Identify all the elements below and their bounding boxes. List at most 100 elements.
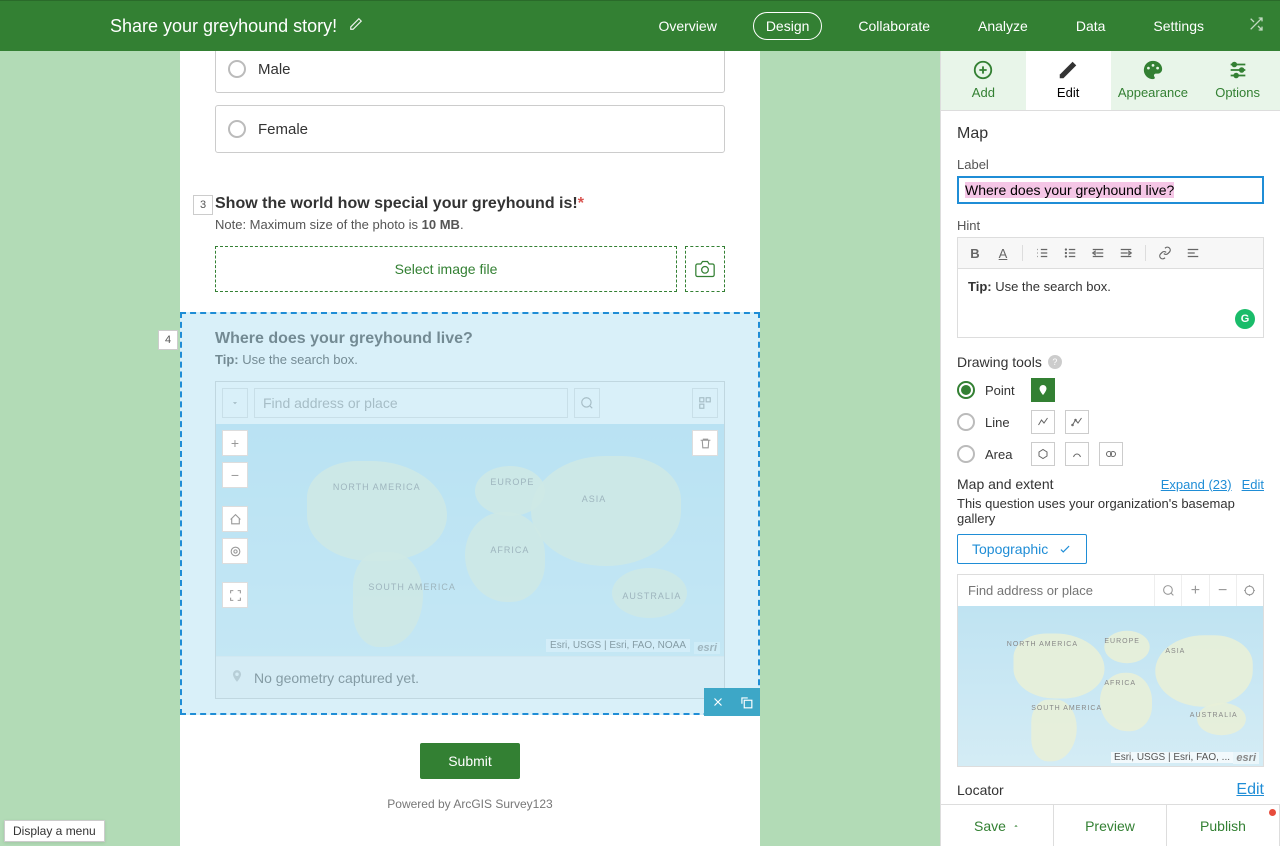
area-tool-free[interactable] [1065,442,1089,466]
submit-row: Submit [180,715,760,797]
home-button[interactable] [222,506,248,532]
list-ordered-button[interactable] [1031,242,1053,264]
pin-icon [230,669,244,686]
nav-collaborate[interactable]: Collaborate [846,13,942,39]
copy-icon [739,695,753,709]
question-3[interactable]: 3 Show the world how special your greyho… [215,195,725,292]
label-input-value: Where does your greyhound live? [965,182,1174,198]
radio-label-male: Male [258,61,291,78]
polygon-icon [1037,448,1049,460]
extent-zoom-out[interactable]: − [1209,575,1236,606]
publish-button[interactable]: Publish [1167,805,1280,846]
tab-edit[interactable]: Edit [1026,51,1111,110]
zoom-out-button[interactable]: − [222,462,248,488]
indent-right-button[interactable] [1115,242,1137,264]
line-tool-sketch[interactable] [1031,410,1055,434]
map-grid-button[interactable] [692,388,718,418]
map-attribution: Esri, USGS | Esri, FAO, NOAA [546,639,690,652]
q3-title: Show the world how special your greyhoun… [215,195,725,213]
line-tool-vertex[interactable] [1065,410,1089,434]
nav-design[interactable]: Design [753,12,823,40]
nav-settings[interactable]: Settings [1141,13,1216,39]
map-extent-row: Map and extent Expand (23) Edit [957,476,1264,492]
info-icon[interactable]: ? [1048,355,1062,369]
edit-extent-link[interactable]: Edit [1242,477,1264,492]
list-ul-icon [1063,246,1077,260]
edit-title-icon[interactable] [349,17,363,36]
extent-zoom-in[interactable]: + [1181,575,1208,606]
camera-icon [695,259,715,279]
link-icon [1158,246,1172,260]
map-collapse-button[interactable] [222,388,248,418]
radio-line[interactable] [957,413,975,431]
map-search-button[interactable] [574,388,600,418]
grammarly-icon[interactable]: G [1235,309,1255,329]
hint-textarea[interactable]: Tip: Use the search box. G [957,268,1264,338]
esri-logo: esri [1233,752,1259,764]
submit-button[interactable]: Submit [420,743,520,779]
basemap-selector[interactable]: Topographic [957,534,1087,564]
extent-search-input[interactable] [958,575,1154,606]
q4-tip: Tip: Use the search box. [215,352,725,367]
question-number-4: 4 [158,330,178,350]
plus-circle-icon [972,59,994,81]
extent-search-button[interactable] [1154,575,1181,606]
select-image-button[interactable]: Select image file [215,246,677,292]
nav-overview[interactable]: Overview [646,13,728,39]
delete-geometry-button[interactable] [692,430,718,456]
pencil-icon [1057,59,1079,81]
extent-locate[interactable] [1236,575,1263,606]
zoom-in-button[interactable]: + [222,430,248,456]
esri-logo: esri [694,642,720,654]
continent-label: EUROPE [490,477,534,487]
nav-analyze[interactable]: Analyze [966,13,1040,39]
radio-label-female: Female [258,121,308,138]
shuffle-icon[interactable] [1248,16,1264,37]
tab-appearance[interactable]: Appearance [1111,51,1196,110]
save-button[interactable]: Save [941,805,1054,846]
radio-option-female[interactable]: Female [215,105,725,153]
drawing-tools-header: Drawing tools ? [957,354,1264,370]
tab-add[interactable]: Add [941,51,1026,110]
clear-icon [1186,246,1200,260]
question-number-3: 3 [193,195,213,215]
smartshape-icon [1105,448,1117,460]
chevron-down-icon [230,398,240,408]
radio-area[interactable] [957,445,975,463]
area-tool-smart[interactable] [1099,442,1123,466]
extent-map-widget: + − NORTH AMERICA SOUTH AMERICA EUROPE A… [957,574,1264,767]
powered-by: Powered by ArcGIS Survey123 [180,797,760,831]
fullscreen-button[interactable] [222,582,248,608]
freehand-icon [1071,448,1083,460]
preview-button[interactable]: Preview [1054,805,1167,846]
extent-map-canvas[interactable]: NORTH AMERICA SOUTH AMERICA EUROPE AFRIC… [958,606,1263,766]
area-tool-poly[interactable] [1031,442,1055,466]
remove-question-button[interactable] [704,688,732,716]
map-search-input[interactable] [254,388,568,418]
duplicate-question-button[interactable] [732,688,760,716]
continent-label: NORTH AMERICA [333,482,421,492]
continent-label: AUSTRALIA [622,591,681,601]
radio-icon [228,120,246,138]
hint-field-label: Hint [957,218,1264,233]
question-4-selected[interactable]: 4 Where does your greyhound live? Tip: U… [180,312,760,715]
map-extent-desc: This question uses your organization's b… [957,496,1264,526]
font-color-button[interactable]: A [992,242,1014,264]
link-button[interactable] [1154,242,1176,264]
radio-option-male[interactable]: Male [215,51,725,93]
indent-left-button[interactable] [1087,242,1109,264]
list-unordered-button[interactable] [1059,242,1081,264]
bold-button[interactable]: B [964,242,986,264]
expand-basemap-link[interactable]: Expand (23) [1161,477,1232,492]
point-tool-button[interactable] [1031,378,1055,402]
map-canvas[interactable]: + − [216,424,724,656]
label-input[interactable]: Where does your greyhound live? [957,176,1264,204]
radio-point[interactable] [957,381,975,399]
tab-options[interactable]: Options [1195,51,1280,110]
nav-data[interactable]: Data [1064,13,1118,39]
locate-button[interactable] [222,538,248,564]
map-pin-icon [1037,384,1049,396]
clear-format-button[interactable] [1182,242,1204,264]
camera-button[interactable] [685,246,725,292]
edit-locator-link[interactable]: Edit [1236,781,1264,799]
